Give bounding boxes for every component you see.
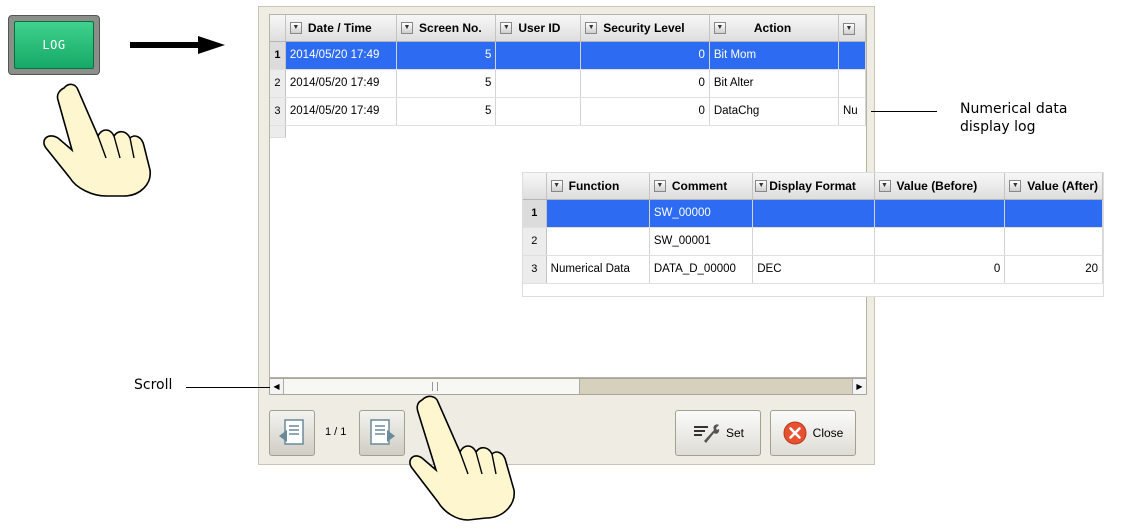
log-button[interactable]: LOG: [14, 21, 94, 69]
dropdown-icon[interactable]: ▼: [755, 180, 768, 193]
callout-line: [186, 387, 270, 388]
corner-cell: [270, 15, 286, 42]
col-screen-no[interactable]: ▼ Screen No.: [396, 15, 497, 42]
col-function[interactable]: ▼ Function: [546, 173, 650, 200]
callout-line: [871, 111, 937, 112]
grip-icon: [432, 382, 438, 391]
corner-cell: [523, 173, 547, 200]
col-user-id[interactable]: ▼ User ID: [495, 15, 582, 42]
dropdown-icon[interactable]: ▼: [289, 22, 302, 35]
close-x-icon: [783, 421, 807, 445]
dropdown-icon[interactable]: ▼: [842, 22, 855, 35]
dropdown-icon[interactable]: ▼: [550, 180, 563, 193]
scroll-callout: Scroll: [134, 377, 173, 393]
page-prev-button[interactable]: [269, 410, 315, 456]
grid-header: ▼ Function ▼ Comment ▼ Display Format ▼ Valu…: [523, 173, 1103, 200]
page-prev-icon: [279, 419, 304, 445]
numerical-log-callout: Numerical data display log: [960, 101, 1068, 135]
arrow-right-icon: [130, 36, 225, 54]
horizontal-scrollbar[interactable]: ◀ ▶: [269, 378, 867, 395]
col-comment[interactable]: ▼ Comment: [649, 173, 754, 200]
table-row[interactable]: 2 2014/05/20 17:49 5 0 Bit Alter: [270, 69, 866, 98]
dropdown-icon[interactable]: ▼: [585, 22, 598, 35]
wrench-icon: [693, 424, 720, 443]
pointing-hand-icon: [409, 395, 515, 521]
dropdown-icon[interactable]: ▼: [878, 180, 891, 193]
page-indicator: 1 / 1: [325, 426, 347, 438]
log-button-frame: LOG: [8, 15, 100, 75]
scroll-left-icon[interactable]: ◀: [270, 379, 284, 394]
col-security-level[interactable]: ▼ Security Level: [580, 15, 710, 42]
col-value-after[interactable]: ▼ Value (After): [1004, 173, 1103, 200]
col-more[interactable]: ▼: [838, 15, 866, 42]
table-row[interactable]: 3 Numerical Data DATA_D_00000 DEC 0 20: [523, 255, 1103, 284]
col-action[interactable]: ▼ Action: [709, 15, 839, 42]
dropdown-icon[interactable]: ▼: [713, 22, 726, 35]
dropdown-icon[interactable]: ▼: [500, 22, 513, 35]
col-value-before[interactable]: ▼ Value (Before): [874, 173, 1006, 200]
table-row[interactable]: 1 SW_00000: [523, 199, 1103, 228]
dropdown-icon[interactable]: ▼: [401, 22, 414, 35]
table-row[interactable]: 3 2014/05/20 17:49 5 0 DataChg Nu: [270, 97, 866, 126]
page-next-icon: [370, 419, 395, 445]
col-display-format[interactable]: ▼ Display Format: [752, 173, 875, 200]
table-row[interactable]: 1 2014/05/20 17:49 5 0 Bit Mom: [270, 41, 866, 70]
close-button[interactable]: Close: [770, 410, 856, 456]
pointing-hand-icon: [43, 83, 151, 197]
empty-row-stub: [270, 125, 866, 138]
set-button[interactable]: Set: [675, 410, 761, 456]
dropdown-icon[interactable]: ▼: [1009, 180, 1022, 193]
table-row[interactable]: 2 SW_00001: [523, 227, 1103, 256]
scroll-right-icon[interactable]: ▶: [852, 379, 866, 394]
dropdown-icon[interactable]: ▼: [653, 180, 666, 193]
col-date-time[interactable]: ▼ Date / Time: [285, 15, 398, 42]
numerical-data-grid: ▼ Function ▼ Comment ▼ Display Format ▼ Valu…: [523, 173, 1103, 296]
grid-header: ▼ Date / Time ▼ Screen No. ▼ User ID ▼ Secur…: [270, 15, 866, 42]
